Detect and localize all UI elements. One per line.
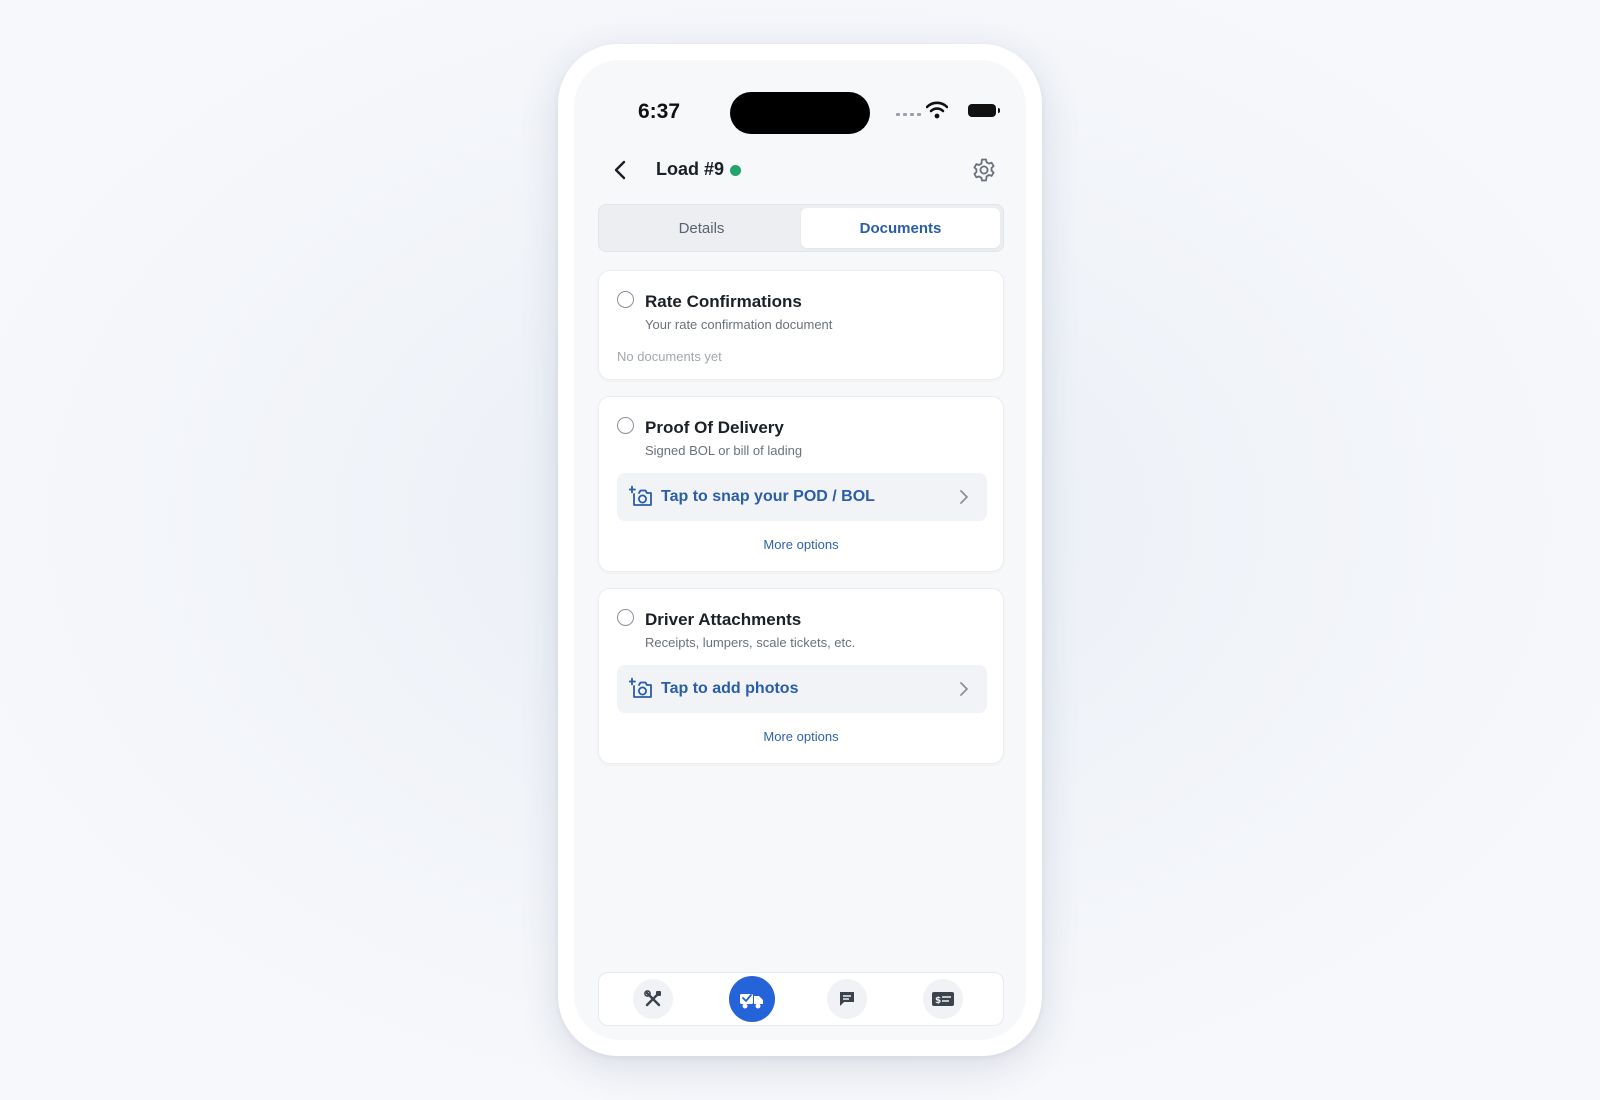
driver-attachments-radio[interactable] [617, 609, 634, 626]
more-options-link[interactable]: More options [599, 729, 1003, 744]
card-title: Proof Of Delivery [645, 418, 784, 437]
pay-card-icon: $ [932, 992, 954, 1006]
snap-pod-button[interactable]: Tap to snap your POD / BOL [617, 473, 987, 521]
wifi-icon [926, 101, 948, 119]
rate-confirmations-radio[interactable] [617, 291, 634, 308]
chevron-right-icon [960, 490, 968, 504]
tab-documents[interactable]: Documents [801, 208, 1000, 248]
chevron-left-icon [614, 160, 626, 180]
empty-state-text: No documents yet [617, 349, 722, 364]
svg-text:$: $ [935, 996, 941, 1006]
status-time: 6:37 [638, 100, 681, 123]
card-subtitle: Signed BOL or bill of lading [645, 443, 803, 458]
dynamic-island [730, 92, 870, 134]
add-photos-button[interactable]: Tap to add photos [617, 665, 987, 713]
nav-tools-button[interactable] [633, 979, 673, 1019]
snap-pod-label: Tap to snap your POD / BOL [661, 488, 875, 505]
truck-loads-icon [740, 994, 763, 1009]
nav-loads-button[interactable] [729, 976, 775, 1022]
chevron-right-icon [960, 682, 968, 696]
more-options-link[interactable]: More options [599, 537, 1003, 552]
nav-payments-button[interactable]: $ [923, 979, 963, 1019]
app-screen: 6:37 Load #9 Details Documents Rate Conf… [574, 60, 1026, 1040]
card-subtitle: Receipts, lumpers, scale tickets, etc. [645, 635, 856, 650]
settings-gear-icon[interactable] [970, 156, 998, 184]
driver-attachments-card: Driver Attachments Receipts, lumpers, sc… [598, 588, 1004, 764]
add-camera-icon [629, 485, 652, 506]
rate-confirmations-card: Rate Confirmations Your rate confirmatio… [598, 270, 1004, 380]
nav-messages-button[interactable] [827, 979, 867, 1019]
segmented-tabs: Details Documents [598, 204, 1004, 252]
card-title: Rate Confirmations [645, 292, 802, 311]
tools-icon [644, 990, 661, 1007]
phone-frame: 6:37 Load #9 Details Documents Rate Conf… [558, 44, 1042, 1056]
bottom-navigation: $ [598, 972, 1004, 1026]
add-camera-icon [629, 677, 652, 698]
add-photos-label: Tap to add photos [661, 680, 799, 697]
proof-of-delivery-radio[interactable] [617, 417, 634, 434]
back-button[interactable] [606, 156, 634, 184]
battery-icon [968, 104, 1000, 117]
load-status-indicator [730, 165, 741, 176]
proof-of-delivery-card: Proof Of Delivery Signed BOL or bill of … [598, 396, 1004, 572]
chat-icon [840, 992, 854, 1006]
card-title: Driver Attachments [645, 610, 802, 629]
card-subtitle: Your rate confirmation document [645, 317, 833, 332]
tab-details[interactable]: Details [602, 208, 801, 248]
cellular-signal-icon [896, 113, 921, 116]
page-title: Load #9 [656, 159, 725, 179]
